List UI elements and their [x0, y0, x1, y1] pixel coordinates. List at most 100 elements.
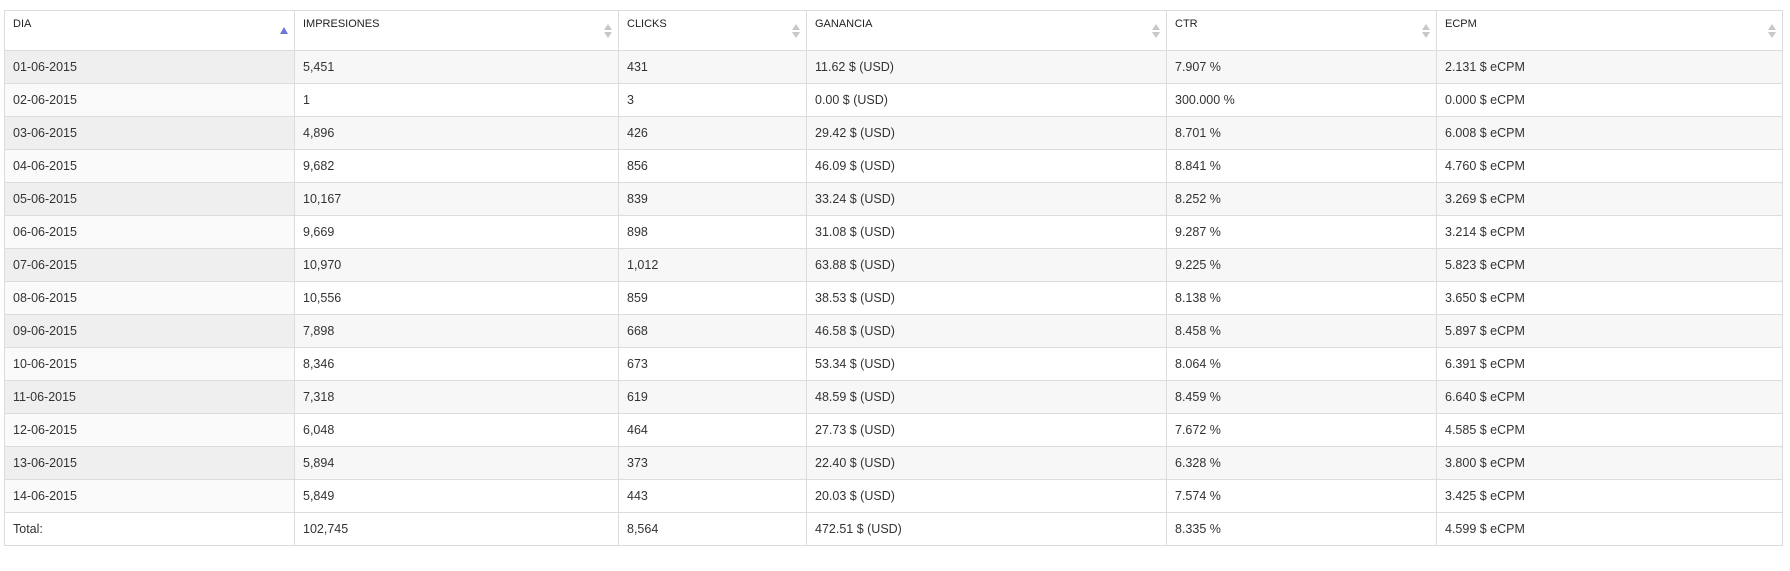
table-row: 06-06-2015 9,669 898 31.08 $ (USD) 9.287 % 3.…	[4, 215, 1783, 249]
column-header-impresiones[interactable]: IMPRESIONES	[294, 10, 619, 51]
column-header-label: GANANCIA	[815, 18, 873, 30]
column-header-label: CLICKS	[627, 18, 667, 30]
cell-ganancia: 48.59 $ (USD)	[806, 380, 1167, 414]
cell-ctr: 8.064 %	[1166, 347, 1437, 381]
cell-ganancia: 11.62 $ (USD)	[806, 50, 1167, 84]
cell-impresiones: 10,970	[294, 248, 619, 282]
table-row: 03-06-2015 4,896 426 29.42 $ (USD) 8.701 % 6.…	[4, 116, 1783, 150]
cell-ecpm: 4.585 $ eCPM	[1436, 413, 1783, 447]
column-header-ecpm[interactable]: ECPM	[1436, 10, 1783, 51]
cell-ganancia: 20.03 $ (USD)	[806, 479, 1167, 513]
cell-impresiones: 7,898	[294, 314, 619, 348]
cell-clicks: 443	[618, 479, 807, 513]
cell-ecpm: 2.131 $ eCPM	[1436, 50, 1783, 84]
cell-ctr: 8.138 %	[1166, 281, 1437, 315]
cell-ganancia: 46.09 $ (USD)	[806, 149, 1167, 183]
cell-ganancia: 63.88 $ (USD)	[806, 248, 1167, 282]
cell-ctr: 9.287 %	[1166, 215, 1437, 249]
cell-ecpm: 3.269 $ eCPM	[1436, 182, 1783, 216]
cell-clicks: 619	[618, 380, 807, 414]
cell-ecpm: 4.760 $ eCPM	[1436, 149, 1783, 183]
cell-clicks: 839	[618, 182, 807, 216]
column-header-dia[interactable]: DIA	[4, 10, 295, 51]
total-ecpm: 4.599 $ eCPM	[1436, 512, 1783, 546]
sort-ascending-icon	[280, 27, 288, 34]
cell-dia: 11-06-2015	[4, 380, 295, 414]
cell-dia: 02-06-2015	[4, 83, 295, 117]
cell-impresiones: 5,451	[294, 50, 619, 84]
cell-dia: 12-06-2015	[4, 413, 295, 447]
cell-ctr: 9.225 %	[1166, 248, 1437, 282]
table-row: 01-06-2015 5,451 431 11.62 $ (USD) 7.907 % 2.…	[4, 50, 1783, 84]
column-header-label: CTR	[1175, 18, 1198, 30]
cell-ctr: 7.574 %	[1166, 479, 1437, 513]
cell-ecpm: 5.897 $ eCPM	[1436, 314, 1783, 348]
cell-ctr: 8.701 %	[1166, 116, 1437, 150]
stats-table: DIA IMPRESIONES CLICKS GANANCIA CTR ECPM…	[4, 10, 1783, 546]
column-header-label: IMPRESIONES	[303, 18, 380, 30]
column-header-ganancia[interactable]: GANANCIA	[806, 10, 1167, 51]
total-ctr: 8.335 %	[1166, 512, 1437, 546]
cell-ctr: 7.907 %	[1166, 50, 1437, 84]
cell-ctr: 8.459 %	[1166, 380, 1437, 414]
table-row: 11-06-2015 7,318 619 48.59 $ (USD) 8.459 % 6.…	[4, 380, 1783, 414]
cell-dia: 07-06-2015	[4, 248, 295, 282]
total-impresiones: 102,745	[294, 512, 619, 546]
cell-ganancia: 53.34 $ (USD)	[806, 347, 1167, 381]
total-clicks: 8,564	[618, 512, 807, 546]
total-label: Total:	[4, 512, 295, 546]
sort-both-icon	[1152, 24, 1160, 38]
cell-clicks: 1,012	[618, 248, 807, 282]
cell-impresiones: 6,048	[294, 413, 619, 447]
cell-impresiones: 1	[294, 83, 619, 117]
cell-dia: 10-06-2015	[4, 347, 295, 381]
cell-ecpm: 6.391 $ eCPM	[1436, 347, 1783, 381]
cell-impresiones: 9,682	[294, 149, 619, 183]
table-row: 05-06-2015 10,167 839 33.24 $ (USD) 8.252 % 3…	[4, 182, 1783, 216]
sort-both-icon	[1422, 24, 1430, 38]
cell-clicks: 373	[618, 446, 807, 480]
cell-ganancia: 46.58 $ (USD)	[806, 314, 1167, 348]
sort-both-icon	[604, 24, 612, 38]
cell-ecpm: 3.800 $ eCPM	[1436, 446, 1783, 480]
cell-clicks: 856	[618, 149, 807, 183]
cell-impresiones: 8,346	[294, 347, 619, 381]
cell-dia: 03-06-2015	[4, 116, 295, 150]
cell-clicks: 898	[618, 215, 807, 249]
totals-row: Total: 102,745 8,564 472.51 $ (USD) 8.33…	[4, 512, 1783, 546]
table-row: 12-06-2015 6,048 464 27.73 $ (USD) 7.672 % 4.…	[4, 413, 1783, 447]
cell-ecpm: 6.008 $ eCPM	[1436, 116, 1783, 150]
cell-ctr: 7.672 %	[1166, 413, 1437, 447]
table-row: 02-06-2015 1 3 0.00 $ (USD) 300.000 % 0.000 $…	[4, 83, 1783, 117]
cell-clicks: 3	[618, 83, 807, 117]
cell-ctr: 300.000 %	[1166, 83, 1437, 117]
table-row: 09-06-2015 7,898 668 46.58 $ (USD) 8.458 % 5.…	[4, 314, 1783, 348]
cell-ctr: 8.458 %	[1166, 314, 1437, 348]
cell-ganancia: 33.24 $ (USD)	[806, 182, 1167, 216]
table-row: 04-06-2015 9,682 856 46.09 $ (USD) 8.841 % 4.…	[4, 149, 1783, 183]
cell-ganancia: 22.40 $ (USD)	[806, 446, 1167, 480]
sort-both-icon	[1768, 24, 1776, 38]
total-ganancia: 472.51 $ (USD)	[806, 512, 1167, 546]
cell-ctr: 8.252 %	[1166, 182, 1437, 216]
column-header-clicks[interactable]: CLICKS	[618, 10, 807, 51]
stats-table-container: DIA IMPRESIONES CLICKS GANANCIA CTR ECPM…	[4, 10, 1783, 546]
table-row: 10-06-2015 8,346 673 53.34 $ (USD) 8.064 % 6.…	[4, 347, 1783, 381]
cell-ecpm: 3.425 $ eCPM	[1436, 479, 1783, 513]
cell-clicks: 668	[618, 314, 807, 348]
cell-impresiones: 10,556	[294, 281, 619, 315]
cell-clicks: 426	[618, 116, 807, 150]
cell-ecpm: 5.823 $ eCPM	[1436, 248, 1783, 282]
column-header-ctr[interactable]: CTR	[1166, 10, 1437, 51]
cell-impresiones: 5,849	[294, 479, 619, 513]
cell-ganancia: 0.00 $ (USD)	[806, 83, 1167, 117]
cell-dia: 14-06-2015	[4, 479, 295, 513]
cell-clicks: 673	[618, 347, 807, 381]
cell-ecpm: 0.000 $ eCPM	[1436, 83, 1783, 117]
cell-dia: 01-06-2015	[4, 50, 295, 84]
cell-ecpm: 6.640 $ eCPM	[1436, 380, 1783, 414]
cell-ctr: 8.841 %	[1166, 149, 1437, 183]
cell-ecpm: 3.214 $ eCPM	[1436, 215, 1783, 249]
cell-clicks: 464	[618, 413, 807, 447]
cell-ganancia: 27.73 $ (USD)	[806, 413, 1167, 447]
